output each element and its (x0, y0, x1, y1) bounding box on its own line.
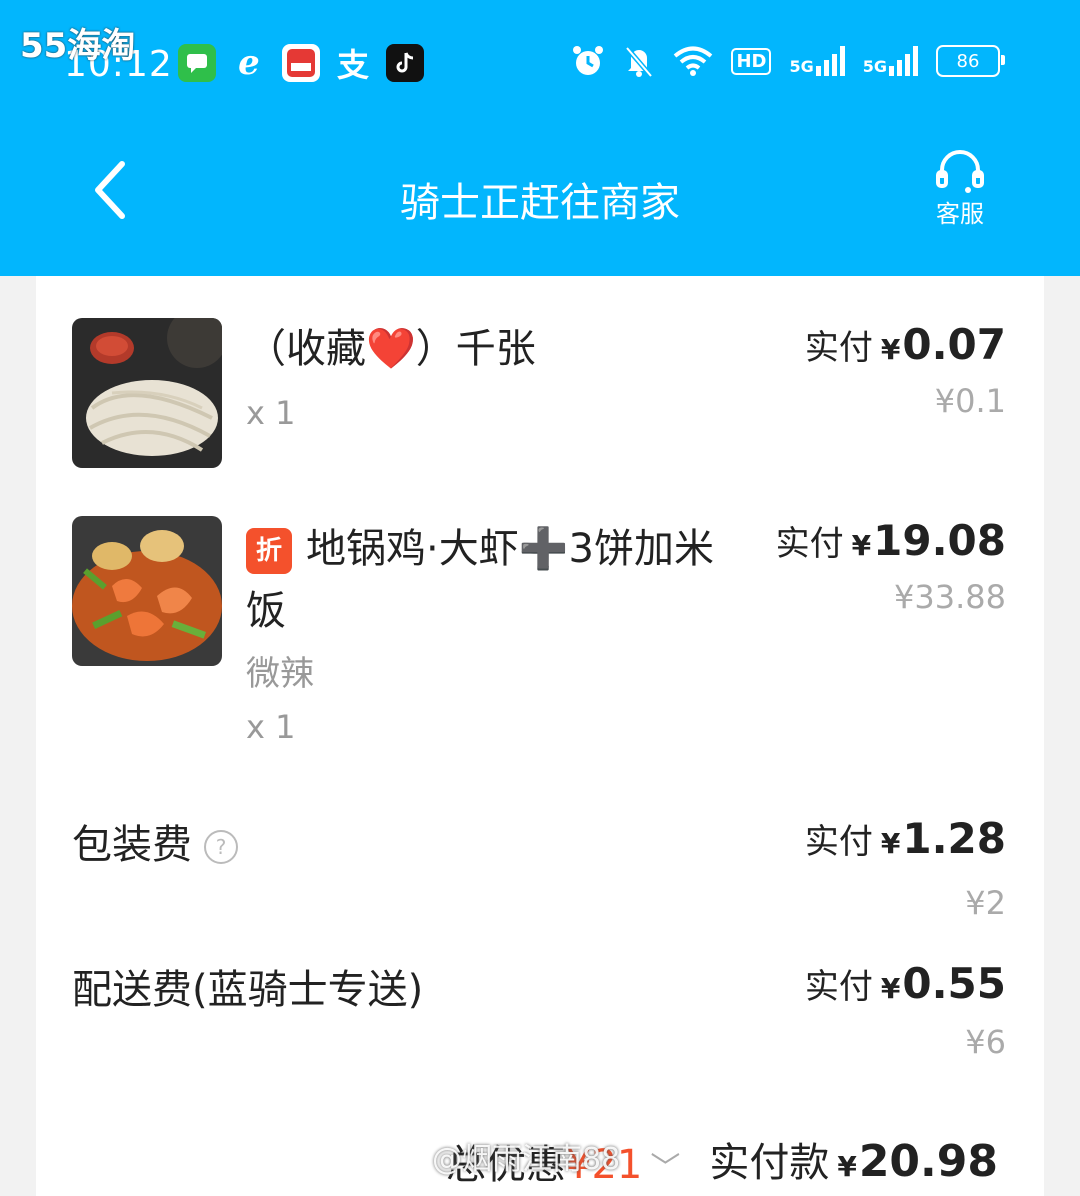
customer-service-button[interactable]: 客服 (930, 150, 990, 229)
wifi-icon (673, 45, 713, 77)
order-detail-card: （收藏❤️）千张 x 1 实付 ¥0.07 ¥0.1 折地锅鸡·大虾➕3饼加米饭 … (36, 276, 1044, 1196)
fee-paid-price: 实付 ¥0.55 (805, 959, 1006, 1008)
list-item[interactable]: 折地锅鸡·大虾➕3饼加米饭 微辣 x 1 实付 ¥19.08 ¥33.88 (36, 476, 1044, 776)
product-image (72, 516, 222, 666)
paid-label: 实付 (804, 967, 873, 1007)
currency-symbol: ¥ (880, 333, 901, 366)
notification-icons: ℯ 支 (178, 43, 424, 84)
product-quantity: x 1 (246, 394, 296, 432)
discount-tag: 折 (246, 528, 292, 574)
original-price: ¥0.1 (934, 382, 1006, 420)
paid-value: 0.55 (902, 959, 1006, 1008)
watermark-bottom: @烟雨江南88 (432, 1142, 621, 1177)
product-name-text: 地锅鸡·大虾➕3饼加米饭 (246, 526, 714, 634)
paid-value: 1.28 (902, 814, 1006, 863)
ele-icon: ℯ (238, 43, 260, 83)
fee-row-delivery: 配送费(蓝骑士专送) 实付 ¥0.55 ¥6 (36, 941, 1044, 1071)
currency-symbol: ¥ (851, 529, 872, 562)
total-value: 20.98 (858, 1136, 998, 1187)
page-title: 骑士正赶往商家 (400, 180, 680, 226)
tiktok-icon (386, 44, 424, 82)
original-price: ¥33.88 (894, 578, 1006, 616)
hd-icon: HD (731, 47, 772, 75)
fee-name-text: 包装费 (72, 822, 192, 868)
product-image (72, 318, 222, 468)
total-label: 实付款 (709, 1140, 830, 1186)
fee-paid-price: 实付 ¥1.28 (805, 814, 1006, 863)
order-summary: 总优惠¥21 ﹀ @烟雨江南88 实付款 ¥20.98 (36, 1126, 1044, 1196)
currency-symbol: ¥ (880, 972, 901, 1005)
cloud-pay-icon (282, 44, 320, 82)
chevron-down-icon: ﹀ (650, 1151, 681, 1186)
list-item[interactable]: （收藏❤️）千张 x 1 实付 ¥0.07 ¥0.1 (36, 276, 1044, 476)
paid-label: 实付 (804, 328, 873, 368)
signal-icon-1: 5G (789, 46, 845, 76)
currency-symbol: ¥ (837, 1150, 857, 1183)
status-bar: 10:12 55海淘 ℯ 支 HD 5G 5G 86 (0, 0, 1080, 120)
signal-icon-2: 5G (863, 46, 918, 76)
headset-icon (936, 150, 984, 193)
product-paid-price: 实付 ¥0.07 (805, 320, 1006, 369)
customer-service-label: 客服 (936, 200, 984, 228)
battery-icon: 86 (936, 45, 1005, 77)
paid-label: 实付 (775, 524, 844, 564)
system-icons: HD 5G 5G 86 (571, 44, 1005, 78)
alarm-icon (571, 44, 605, 78)
fee-name: 配送费(蓝骑士专送) (72, 967, 424, 1013)
mute-bell-icon (623, 44, 655, 78)
header-bar: 10:12 55海淘 ℯ 支 HD 5G 5G 86 骑士正赶往商家 客服 (0, 0, 1080, 276)
network-label-2: 5G (862, 57, 887, 76)
messages-icon (178, 44, 216, 82)
original-price: ¥6 (965, 1023, 1006, 1061)
product-quantity: x 1 (246, 708, 296, 746)
fee-row-packaging: 包装费? 实付 ¥1.28 ¥2 (36, 796, 1044, 926)
fee-name: 包装费? (72, 812, 238, 870)
product-name: 折地锅鸡·大虾➕3饼加米饭 (246, 518, 746, 642)
total-paid: 实付款 ¥20.98 (709, 1130, 998, 1188)
help-icon[interactable]: ? (204, 830, 238, 864)
alipay-icon: 支 (336, 46, 369, 84)
product-name: （收藏❤️）千张 (246, 326, 536, 372)
currency-symbol: ¥ (880, 827, 901, 860)
paid-value: 19.08 (873, 516, 1006, 565)
network-label-1: 5G (789, 57, 814, 76)
watermark-top: 55海淘 (20, 26, 136, 66)
original-price: ¥2 (965, 884, 1006, 922)
paid-value: 0.07 (902, 320, 1006, 369)
paid-label: 实付 (804, 822, 873, 862)
product-spec: 微辣 (246, 654, 314, 694)
product-paid-price: 实付 ¥19.08 (776, 516, 1006, 565)
